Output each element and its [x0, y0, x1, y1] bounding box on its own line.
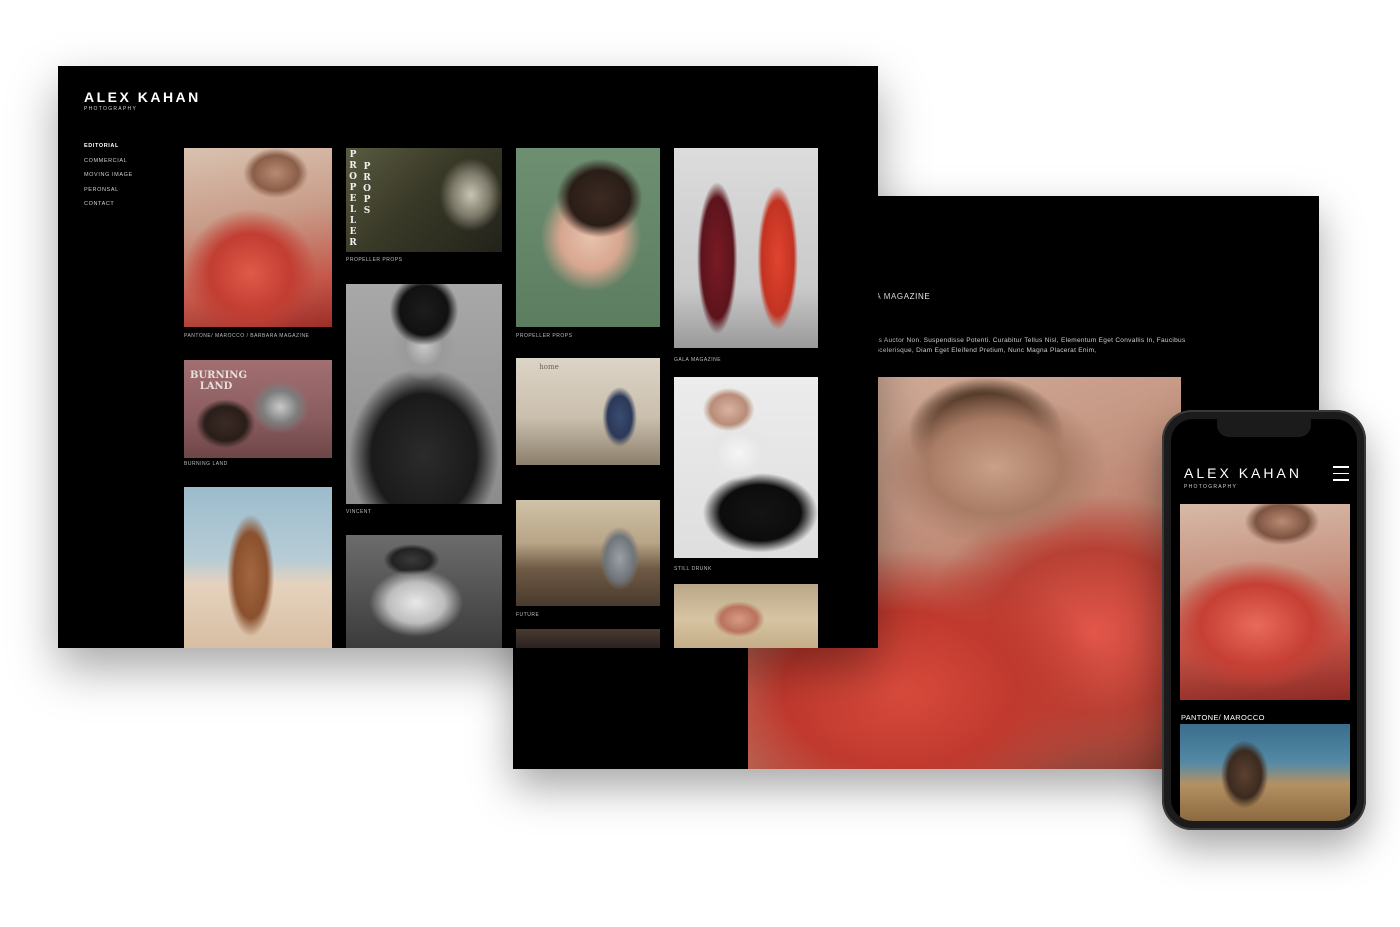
gallery-caption: PROPELLER PROPS — [516, 333, 573, 339]
nav-item-editorial[interactable]: EDITORIAL — [84, 143, 133, 158]
nav-item-contact[interactable]: CONTACT — [84, 201, 133, 216]
gallery-photo-vincent[interactable] — [346, 284, 502, 504]
gallery-photo-propeller-props[interactable]: PROPELLER PROPS — [346, 148, 502, 252]
photo-overlay-title: PROPS — [363, 162, 371, 216]
nav-item-moving-image[interactable]: MOVING IMAGE — [84, 172, 133, 187]
gallery-photo-home[interactable]: home — [516, 358, 660, 465]
gallery-photo-still-drunk[interactable] — [674, 377, 818, 558]
gallery-caption: GALA MAGAZINE — [674, 357, 722, 363]
gallery-caption: PROPELLER PROPS — [346, 257, 403, 263]
gallery-photo-green-portrait[interactable] — [516, 148, 660, 327]
gallery-caption: PANTONE/ MAROCCO / BARBARA MAGAZINE — [184, 333, 310, 339]
project-description: ctus Auctor Non. Suspendisse Potenti. Cu… — [869, 336, 1189, 356]
photo-overlay-title: PROPELLER — [349, 150, 357, 248]
phone-photo-caption: PANTONE/ MAROCCO — [1181, 713, 1265, 722]
gallery-caption: VINCENT — [346, 509, 372, 515]
gallery-photo-desert[interactable] — [184, 487, 332, 648]
phone-photo-pantone[interactable] — [1180, 504, 1350, 700]
gallery-photo-bw[interactable] — [346, 535, 502, 648]
gallery-photo-beach[interactable] — [674, 584, 818, 648]
gallery-photo-future[interactable] — [516, 500, 660, 606]
gallery-photo-partial[interactable] — [516, 629, 660, 648]
main-nav: EDITORIAL COMMERCIAL MOVING IMAGE PERONS… — [84, 143, 133, 216]
hamburger-icon[interactable] — [1333, 466, 1349, 482]
gallery-caption: FUTURE — [516, 612, 540, 618]
brand-subtitle: PHOTOGRAPHY — [1184, 484, 1238, 490]
description-line: ctus Auctor Non. Suspendisse Potenti. Cu… — [869, 337, 1186, 344]
project-title: RA MAGAZINE — [869, 292, 931, 301]
brand-name: ALEX KAHAN — [84, 89, 201, 105]
gallery-photo-burning-land[interactable]: BURNING LAND — [184, 360, 332, 458]
gallery-caption: STILL DRUNK — [674, 566, 712, 572]
photo-overlay-title: home — [539, 363, 559, 371]
brand-name[interactable]: ALEX KAHAN — [1184, 465, 1302, 481]
phone-notch — [1217, 419, 1311, 437]
brand-logo[interactable]: ALEX KAHAN PHOTOGRAPHY — [84, 89, 201, 112]
phone-photo-outback[interactable] — [1180, 724, 1350, 821]
brand-subtitle: PHOTOGRAPHY — [84, 106, 138, 112]
gallery-photo-pantone[interactable] — [184, 148, 332, 327]
gallery-screen: ALEX KAHAN PHOTOGRAPHY EDITORIAL COMMERC… — [58, 66, 878, 648]
gallery-caption: BURNING LAND — [184, 461, 228, 467]
nav-item-commercial[interactable]: COMMERCIAL — [84, 158, 133, 173]
nav-item-personal[interactable]: PERONSAL — [84, 187, 133, 202]
photo-overlay-title: BURNING LAND — [190, 370, 247, 392]
gallery-photo-gala[interactable] — [674, 148, 818, 348]
description-line: s Scelerisque, Diam Eget Eleifend Pretiu… — [869, 347, 1097, 354]
phone-mockup: ALEX KAHAN PHOTOGRAPHY PANTONE/ MAROCCO — [1162, 410, 1366, 830]
phone-screen: ALEX KAHAN PHOTOGRAPHY PANTONE/ MAROCCO — [1171, 419, 1357, 821]
